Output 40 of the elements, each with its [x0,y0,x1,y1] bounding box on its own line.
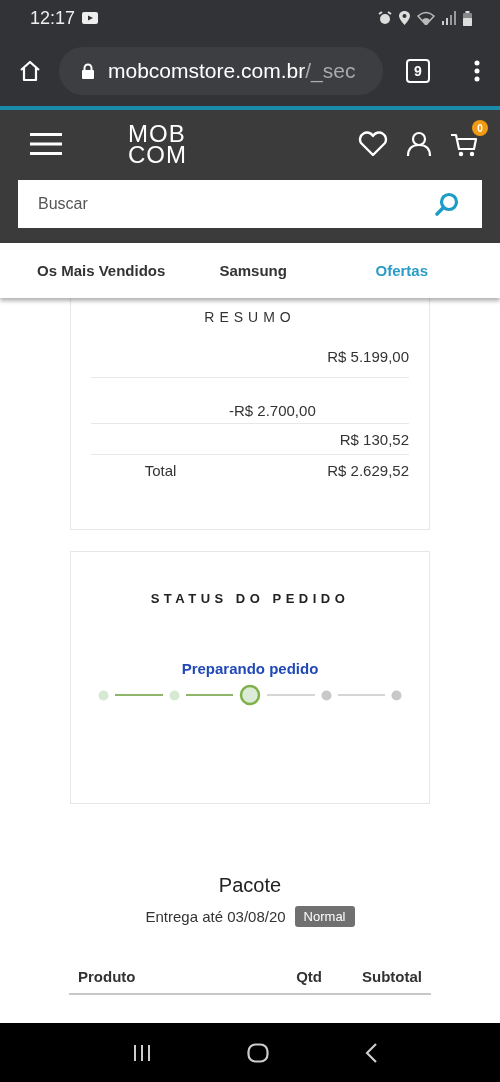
more-menu-icon[interactable] [474,60,480,82]
clock-time: 12:17 [30,7,76,29]
home-button-icon[interactable] [247,1042,269,1063]
column-header: Subtotal [362,968,422,985]
tab-count-button[interactable]: 9 [406,59,430,83]
alarm-icon [378,11,392,25]
delivery-date: Entrega até 03/08/20 [145,908,286,925]
menu-icon[interactable] [30,132,62,156]
user-icon[interactable] [406,131,432,157]
section-title: STATUS DO PEDIDO [149,591,351,606]
cart-icon[interactable] [450,132,478,158]
lock-icon [81,63,95,79]
address-bar[interactable]: mobcomstore.com.br/_sec [59,47,383,95]
package-title: Pacote [218,874,282,897]
amount-text: R$ 130,52 [339,430,409,448]
cart-count-badge: 0 [472,120,488,136]
column-header: Qtd [296,968,322,985]
search-field[interactable]: Buscar [18,180,482,228]
shipping-badge: Normal [294,906,355,927]
wifi-icon [417,11,435,25]
heart-icon[interactable] [358,131,388,157]
logo[interactable]: MOB COM [128,123,187,165]
signal-icon [442,11,456,25]
column-header: Produto [78,968,136,985]
status-label: Preparando pedido [181,660,319,679]
category-tab[interactable]: Samsung [219,262,287,279]
amount-text: R$ 5.199,00 [327,347,409,365]
back-icon[interactable] [363,1042,378,1063]
recent-apps-icon[interactable] [132,1043,153,1062]
url-text: mobcomstore.com.br/_sec [108,59,356,83]
search-icon[interactable] [434,191,460,217]
category-tab[interactable]: Os Mais Vendidos [37,262,166,279]
video-app-icon [82,12,99,24]
home-icon[interactable] [18,59,42,83]
amount-text: -R$ 2.700,00 [229,402,316,419]
location-icon [399,11,410,25]
row-label: Total [144,461,177,479]
section-title: RESUMO [203,309,297,325]
battery-icon [463,10,472,26]
amount-text: R$ 2.629,52 [327,461,409,479]
